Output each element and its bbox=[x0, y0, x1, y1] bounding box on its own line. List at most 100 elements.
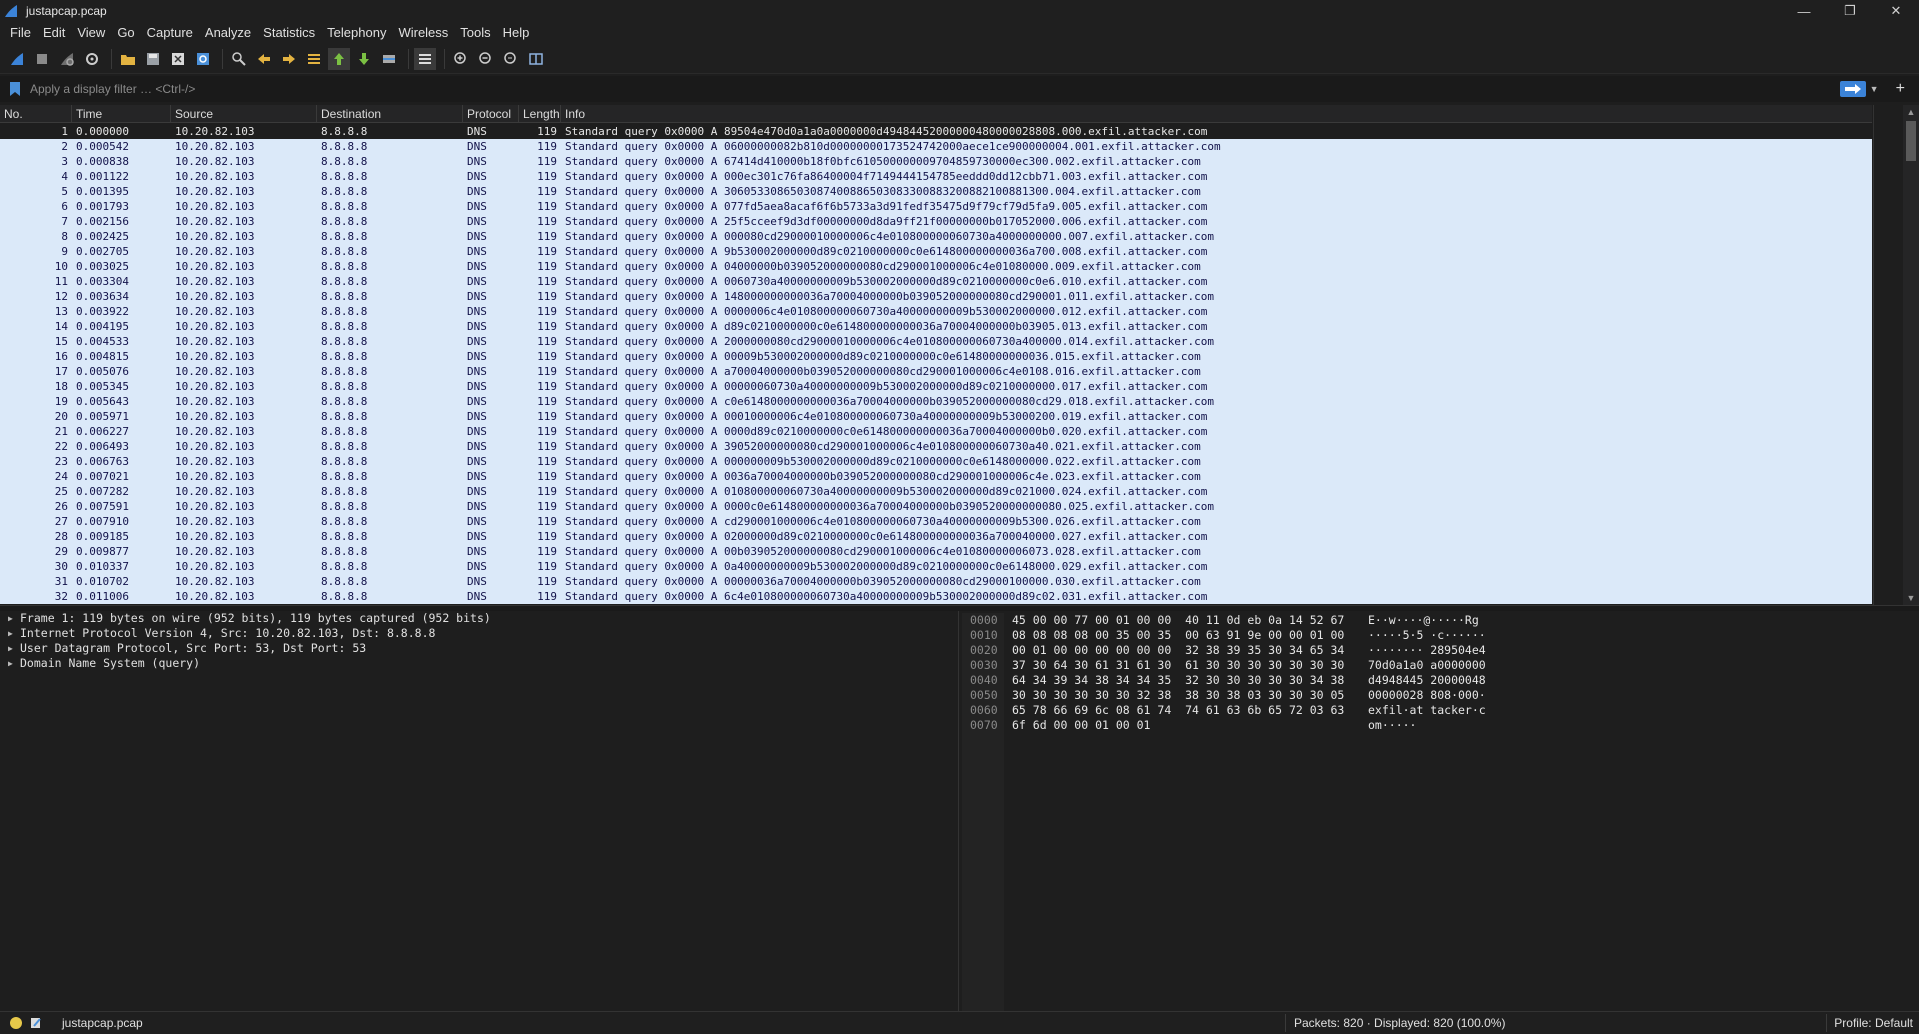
apply-filter-button[interactable] bbox=[1839, 81, 1866, 97]
table-row[interactable]: 2 0.000542 10.20.82.103 8.8.8.8 DNS 119 Standa… bbox=[0, 139, 1872, 154]
close-window-button[interactable]: ✕ bbox=[1873, 0, 1919, 22]
column-header-info[interactable]: Info bbox=[561, 105, 1872, 122]
table-row[interactable]: 14 0.004195 10.20.82.103 8.8.8.8 DNS 119 Stand… bbox=[0, 319, 1872, 334]
menu-analyze[interactable]: Analyze bbox=[199, 22, 257, 44]
table-row[interactable]: 24 0.007021 10.20.82.103 8.8.8.8 DNS 119 Stand… bbox=[0, 469, 1872, 484]
column-header-no[interactable]: No. bbox=[0, 105, 72, 122]
go-back-icon[interactable] bbox=[253, 48, 275, 70]
menu-edit[interactable]: Edit bbox=[37, 22, 71, 44]
menu-capture[interactable]: Capture bbox=[141, 22, 199, 44]
zoom-normal-icon[interactable] bbox=[500, 48, 522, 70]
menu-tools[interactable]: Tools bbox=[454, 22, 496, 44]
filter-history-dropdown-icon[interactable]: ▼ bbox=[1870, 84, 1884, 94]
table-row[interactable]: 4 0.001122 10.20.82.103 8.8.8.8 DNS 119 Standa… bbox=[0, 169, 1872, 184]
table-row[interactable]: 11 0.003304 10.20.82.103 8.8.8.8 DNS 119 Stand… bbox=[0, 274, 1872, 289]
colorize-icon[interactable] bbox=[414, 47, 436, 70]
table-row[interactable]: 6 0.001793 10.20.82.103 8.8.8.8 DNS 119 Standa… bbox=[0, 199, 1872, 214]
table-row[interactable]: 15 0.004533 10.20.82.103 8.8.8.8 DNS 119 Stand… bbox=[0, 334, 1872, 349]
status-divider bbox=[1285, 1014, 1286, 1032]
go-first-icon[interactable] bbox=[328, 47, 350, 70]
menu-file[interactable]: File bbox=[4, 22, 37, 44]
shark-fin-start-icon[interactable] bbox=[6, 48, 28, 70]
detail-row-udp[interactable]: ▶ User Datagram Protocol, Src Port: 53, D… bbox=[0, 641, 958, 656]
expand-triangle-icon[interactable]: ▶ bbox=[8, 626, 20, 641]
expand-triangle-icon[interactable]: ▶ bbox=[8, 641, 20, 656]
go-forward-icon[interactable] bbox=[278, 48, 300, 70]
display-filter-input[interactable] bbox=[26, 79, 1840, 99]
menu-statistics[interactable]: Statistics bbox=[257, 22, 321, 44]
table-row[interactable]: 18 0.005345 10.20.82.103 8.8.8.8 DNS 119 Stand… bbox=[0, 379, 1872, 394]
table-row[interactable]: 19 0.005643 10.20.82.103 8.8.8.8 DNS 119 Stand… bbox=[0, 394, 1872, 409]
reload-file-icon[interactable] bbox=[192, 48, 214, 70]
table-row[interactable]: 29 0.009877 10.20.82.103 8.8.8.8 DNS 119 Stand… bbox=[0, 544, 1872, 559]
table-row[interactable]: 25 0.007282 10.20.82.103 8.8.8.8 DNS 119 Stand… bbox=[0, 484, 1872, 499]
table-row[interactable]: 26 0.007591 10.20.82.103 8.8.8.8 DNS 119 Stand… bbox=[0, 499, 1872, 514]
scroll-thumb[interactable] bbox=[1906, 121, 1916, 161]
table-row[interactable]: 23 0.006763 10.20.82.103 8.8.8.8 DNS 119 Stand… bbox=[0, 454, 1872, 469]
capture-options-icon[interactable] bbox=[81, 48, 103, 70]
table-row[interactable]: 1 0.000000 10.20.82.103 8.8.8.8 DNS 119 Standa… bbox=[0, 124, 1872, 139]
find-packet-icon[interactable] bbox=[228, 48, 250, 70]
save-file-icon[interactable] bbox=[142, 48, 164, 70]
table-row[interactable]: 22 0.006493 10.20.82.103 8.8.8.8 DNS 119 Stand… bbox=[0, 439, 1872, 454]
table-row[interactable]: 10 0.003025 10.20.82.103 8.8.8.8 DNS 119 Stand… bbox=[0, 259, 1872, 274]
close-file-icon[interactable] bbox=[167, 48, 189, 70]
expand-triangle-icon[interactable]: ▶ bbox=[8, 611, 20, 626]
expert-info-icon[interactable] bbox=[10, 1017, 22, 1029]
column-header-destination[interactable]: Destination bbox=[317, 105, 463, 122]
cell-protocol: DNS bbox=[467, 275, 487, 288]
table-row[interactable]: 31 0.010702 10.20.82.103 8.8.8.8 DNS 119 Stand… bbox=[0, 574, 1872, 589]
go-last-icon[interactable] bbox=[353, 48, 375, 70]
status-profile[interactable]: Profile: Default bbox=[1834, 1016, 1913, 1030]
add-filter-button[interactable]: + bbox=[1896, 80, 1905, 98]
table-row[interactable]: 3 0.000838 10.20.82.103 8.8.8.8 DNS 119 Standa… bbox=[0, 154, 1872, 169]
detail-row-dns[interactable]: ▶ Domain Name System (query) bbox=[0, 656, 958, 671]
zoom-out-icon[interactable] bbox=[475, 48, 497, 70]
capture-comment-icon[interactable] bbox=[30, 1017, 42, 1029]
table-row[interactable]: 7 0.002156 10.20.82.103 8.8.8.8 DNS 119 Standa… bbox=[0, 214, 1872, 229]
scroll-up-icon[interactable]: ▲ bbox=[1903, 105, 1919, 119]
hex-dump[interactable]: 45 00 00 77 00 01 00 00 40 11 0d eb 0a 1… bbox=[1012, 613, 1344, 733]
resize-columns-icon[interactable] bbox=[525, 48, 547, 70]
table-row[interactable]: 30 0.010337 10.20.82.103 8.8.8.8 DNS 119 Stand… bbox=[0, 559, 1872, 574]
column-header-protocol[interactable]: Protocol bbox=[463, 105, 519, 122]
cell-source: 10.20.82.103 bbox=[175, 425, 255, 438]
table-row[interactable]: 13 0.003922 10.20.82.103 8.8.8.8 DNS 119 Stand… bbox=[0, 304, 1872, 319]
column-header-time[interactable]: Time bbox=[72, 105, 171, 122]
ascii-dump[interactable]: E··w····@·····Rg ·····5·5 ·c······ ·······… bbox=[1368, 613, 1486, 733]
autoscroll-icon[interactable] bbox=[378, 48, 400, 70]
table-row[interactable]: 8 0.002425 10.20.82.103 8.8.8.8 DNS 119 Standa… bbox=[0, 229, 1872, 244]
table-row[interactable]: 20 0.005971 10.20.82.103 8.8.8.8 DNS 119 Stand… bbox=[0, 409, 1872, 424]
restart-capture-icon[interactable] bbox=[56, 48, 78, 70]
maximize-button[interactable]: ❐ bbox=[1827, 0, 1873, 22]
packet-list-scrollbar[interactable]: ▲ ▼ bbox=[1903, 105, 1919, 605]
table-row[interactable]: 12 0.003634 10.20.82.103 8.8.8.8 DNS 119 Stand… bbox=[0, 289, 1872, 304]
menu-go[interactable]: Go bbox=[111, 22, 140, 44]
stop-capture-icon[interactable] bbox=[31, 48, 53, 70]
table-row[interactable]: 5 0.001395 10.20.82.103 8.8.8.8 DNS 119 Standa… bbox=[0, 184, 1872, 199]
menu-view[interactable]: View bbox=[71, 22, 111, 44]
scroll-down-icon[interactable]: ▼ bbox=[1903, 591, 1919, 605]
zoom-in-icon[interactable] bbox=[450, 48, 472, 70]
cell-no: 10 bbox=[54, 260, 68, 273]
menu-help[interactable]: Help bbox=[497, 22, 536, 44]
go-to-packet-icon[interactable] bbox=[303, 48, 325, 70]
bookmark-icon[interactable] bbox=[8, 81, 22, 97]
table-row[interactable]: 9 0.002705 10.20.82.103 8.8.8.8 DNS 119 Standa… bbox=[0, 244, 1872, 259]
menu-wireless[interactable]: Wireless bbox=[392, 22, 454, 44]
column-header-length[interactable]: Length bbox=[519, 105, 561, 122]
menu-telephony[interactable]: Telephony bbox=[321, 22, 392, 44]
expand-triangle-icon[interactable]: ▶ bbox=[8, 656, 20, 671]
minimize-button[interactable]: — bbox=[1781, 0, 1827, 22]
detail-row-ipv4[interactable]: ▶ Internet Protocol Version 4, Src: 10.20… bbox=[0, 626, 958, 641]
table-row[interactable]: 21 0.006227 10.20.82.103 8.8.8.8 DNS 119 Stand… bbox=[0, 424, 1872, 439]
table-row[interactable]: 16 0.004815 10.20.82.103 8.8.8.8 DNS 119 Stand… bbox=[0, 349, 1872, 364]
column-header-source[interactable]: Source bbox=[171, 105, 317, 122]
open-file-icon[interactable] bbox=[117, 48, 139, 70]
table-row[interactable]: 32 0.011006 10.20.82.103 8.8.8.8 DNS 119 Stand… bbox=[0, 589, 1872, 604]
detail-row-frame[interactable]: ▶ Frame 1: 119 bytes on wire (952 bits), … bbox=[0, 611, 958, 626]
table-row[interactable]: 28 0.009185 10.20.82.103 8.8.8.8 DNS 119 Stand… bbox=[0, 529, 1872, 544]
packet-minimap[interactable] bbox=[1873, 105, 1903, 605]
table-row[interactable]: 27 0.007910 10.20.82.103 8.8.8.8 DNS 119 Stand… bbox=[0, 514, 1872, 529]
table-row[interactable]: 17 0.005076 10.20.82.103 8.8.8.8 DNS 119 Stand… bbox=[0, 364, 1872, 379]
